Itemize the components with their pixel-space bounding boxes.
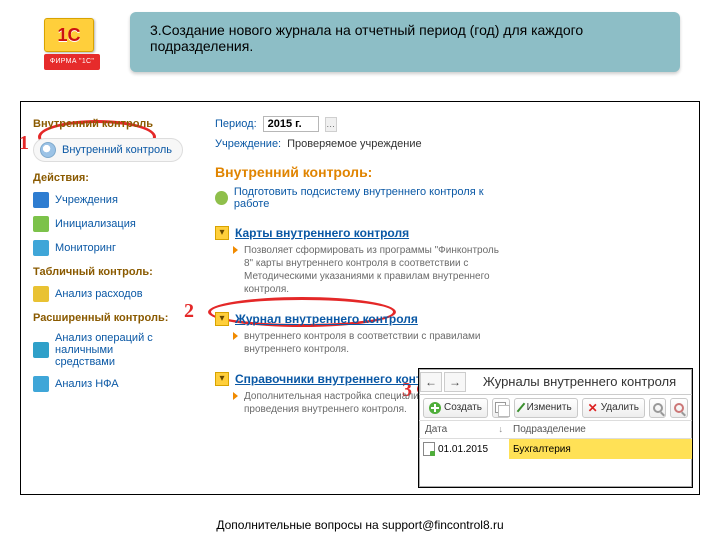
create-button[interactable]: Создать (423, 398, 488, 418)
back-button[interactable]: ← (420, 372, 442, 392)
expand-icon[interactable]: ▾ (215, 226, 229, 240)
sidebar-item-monitor[interactable]: Мониторинг (33, 240, 183, 256)
period-picker-button[interactable]: … (325, 117, 337, 132)
forward-button[interactable]: → (444, 372, 466, 392)
chart-icon (33, 286, 49, 302)
link-journal[interactable]: Журнал внутреннего контроля (235, 312, 418, 326)
pencil-icon (516, 403, 525, 413)
copy-button[interactable] (492, 398, 510, 418)
period-field[interactable]: 2015 г. (263, 116, 319, 132)
edit-button[interactable]: Изменить (514, 398, 578, 418)
col-dept[interactable]: Подразделение (509, 424, 692, 435)
sidebar: Внутренний контроль Внутренний контроль … (33, 108, 183, 400)
annotation-1: 1 (19, 132, 29, 155)
app-frame: 1 2 3 Внутренний контроль Внутренний кон… (20, 101, 700, 495)
sidebar-section-actions: Действия: (33, 172, 183, 184)
annotation-2: 2 (184, 300, 194, 323)
section-heading: Внутренний контроль: (215, 164, 499, 180)
delete-button[interactable]: ✕Удалить (582, 398, 645, 418)
desc-cards: Позволяет сформировать из программы "Фин… (244, 244, 499, 296)
sidebar-item-init[interactable]: Инициализация (33, 216, 183, 232)
bullet-icon (233, 392, 238, 400)
nfa-icon (33, 376, 49, 392)
link-cards[interactable]: Карты внутреннего контроля (235, 226, 409, 240)
copy-icon (495, 402, 506, 413)
sidebar-item-internal-control[interactable]: Внутренний контроль (33, 138, 183, 162)
table-row[interactable]: 01.01.2015 Бухгалтерия (419, 439, 692, 459)
sidebar-section-internal: Внутренний контроль (33, 118, 183, 130)
plus-icon (429, 402, 441, 414)
expand-icon[interactable]: ▾ (215, 372, 229, 386)
search-icon (40, 142, 56, 158)
prepare-link[interactable]: Подготовить подсистему внутреннего контр… (215, 186, 499, 210)
expand-icon[interactable]: ▾ (215, 312, 229, 326)
desc-journal: внутреннего контроля в соответствии с пр… (244, 330, 499, 356)
delete-icon: ✕ (588, 403, 598, 413)
find-button[interactable] (649, 398, 667, 418)
slide: 1C ФИРМА "1С" 3.Создание нового журнала … (0, 0, 720, 540)
sidebar-item-org[interactable]: Учреждения (33, 192, 183, 208)
sidebar-item-nfa[interactable]: Анализ НФА (33, 376, 183, 392)
gear-icon (215, 191, 228, 205)
bullet-icon (233, 246, 238, 254)
sidebar-section-table: Табличный контроль: (33, 266, 183, 278)
org-label: Учреждение: (215, 138, 281, 150)
bullet-icon (233, 332, 238, 340)
footer-text: Дополнительные вопросы на support@fincon… (0, 518, 720, 532)
zoom-cancel-icon (674, 403, 684, 413)
sidebar-item-cashops[interactable]: Анализ операций с наличными средствами (33, 332, 183, 368)
title-text: 3.Создание нового журнала на отчетный пе… (150, 22, 583, 54)
db-icon (33, 192, 49, 208)
table-header: Дата Подразделение (419, 421, 692, 439)
cash-icon (33, 342, 49, 358)
title-banner: 3.Создание нового журнала на отчетный пе… (130, 12, 680, 72)
init-icon (33, 216, 49, 232)
cell-date: 01.01.2015 (438, 444, 488, 455)
clear-filter-button[interactable] (670, 398, 688, 418)
window-title: Журналы внутреннего контроля (467, 374, 692, 389)
period-label: Период: (215, 118, 257, 130)
sidebar-item-expense[interactable]: Анализ расходов (33, 286, 183, 302)
monitor-icon (33, 240, 49, 256)
journal-window: ← → Журналы внутреннего контроля Создать… (418, 368, 693, 488)
logo-1c: 1C ФИРМА "1С" (44, 18, 100, 74)
zoom-icon (653, 403, 663, 413)
col-date[interactable]: Дата (419, 424, 509, 435)
org-value: Проверяемое учреждение (287, 138, 421, 150)
document-icon (423, 442, 435, 456)
cell-dept: Бухгалтерия (513, 444, 571, 455)
sidebar-section-ext: Расширенный контроль: (33, 312, 183, 324)
